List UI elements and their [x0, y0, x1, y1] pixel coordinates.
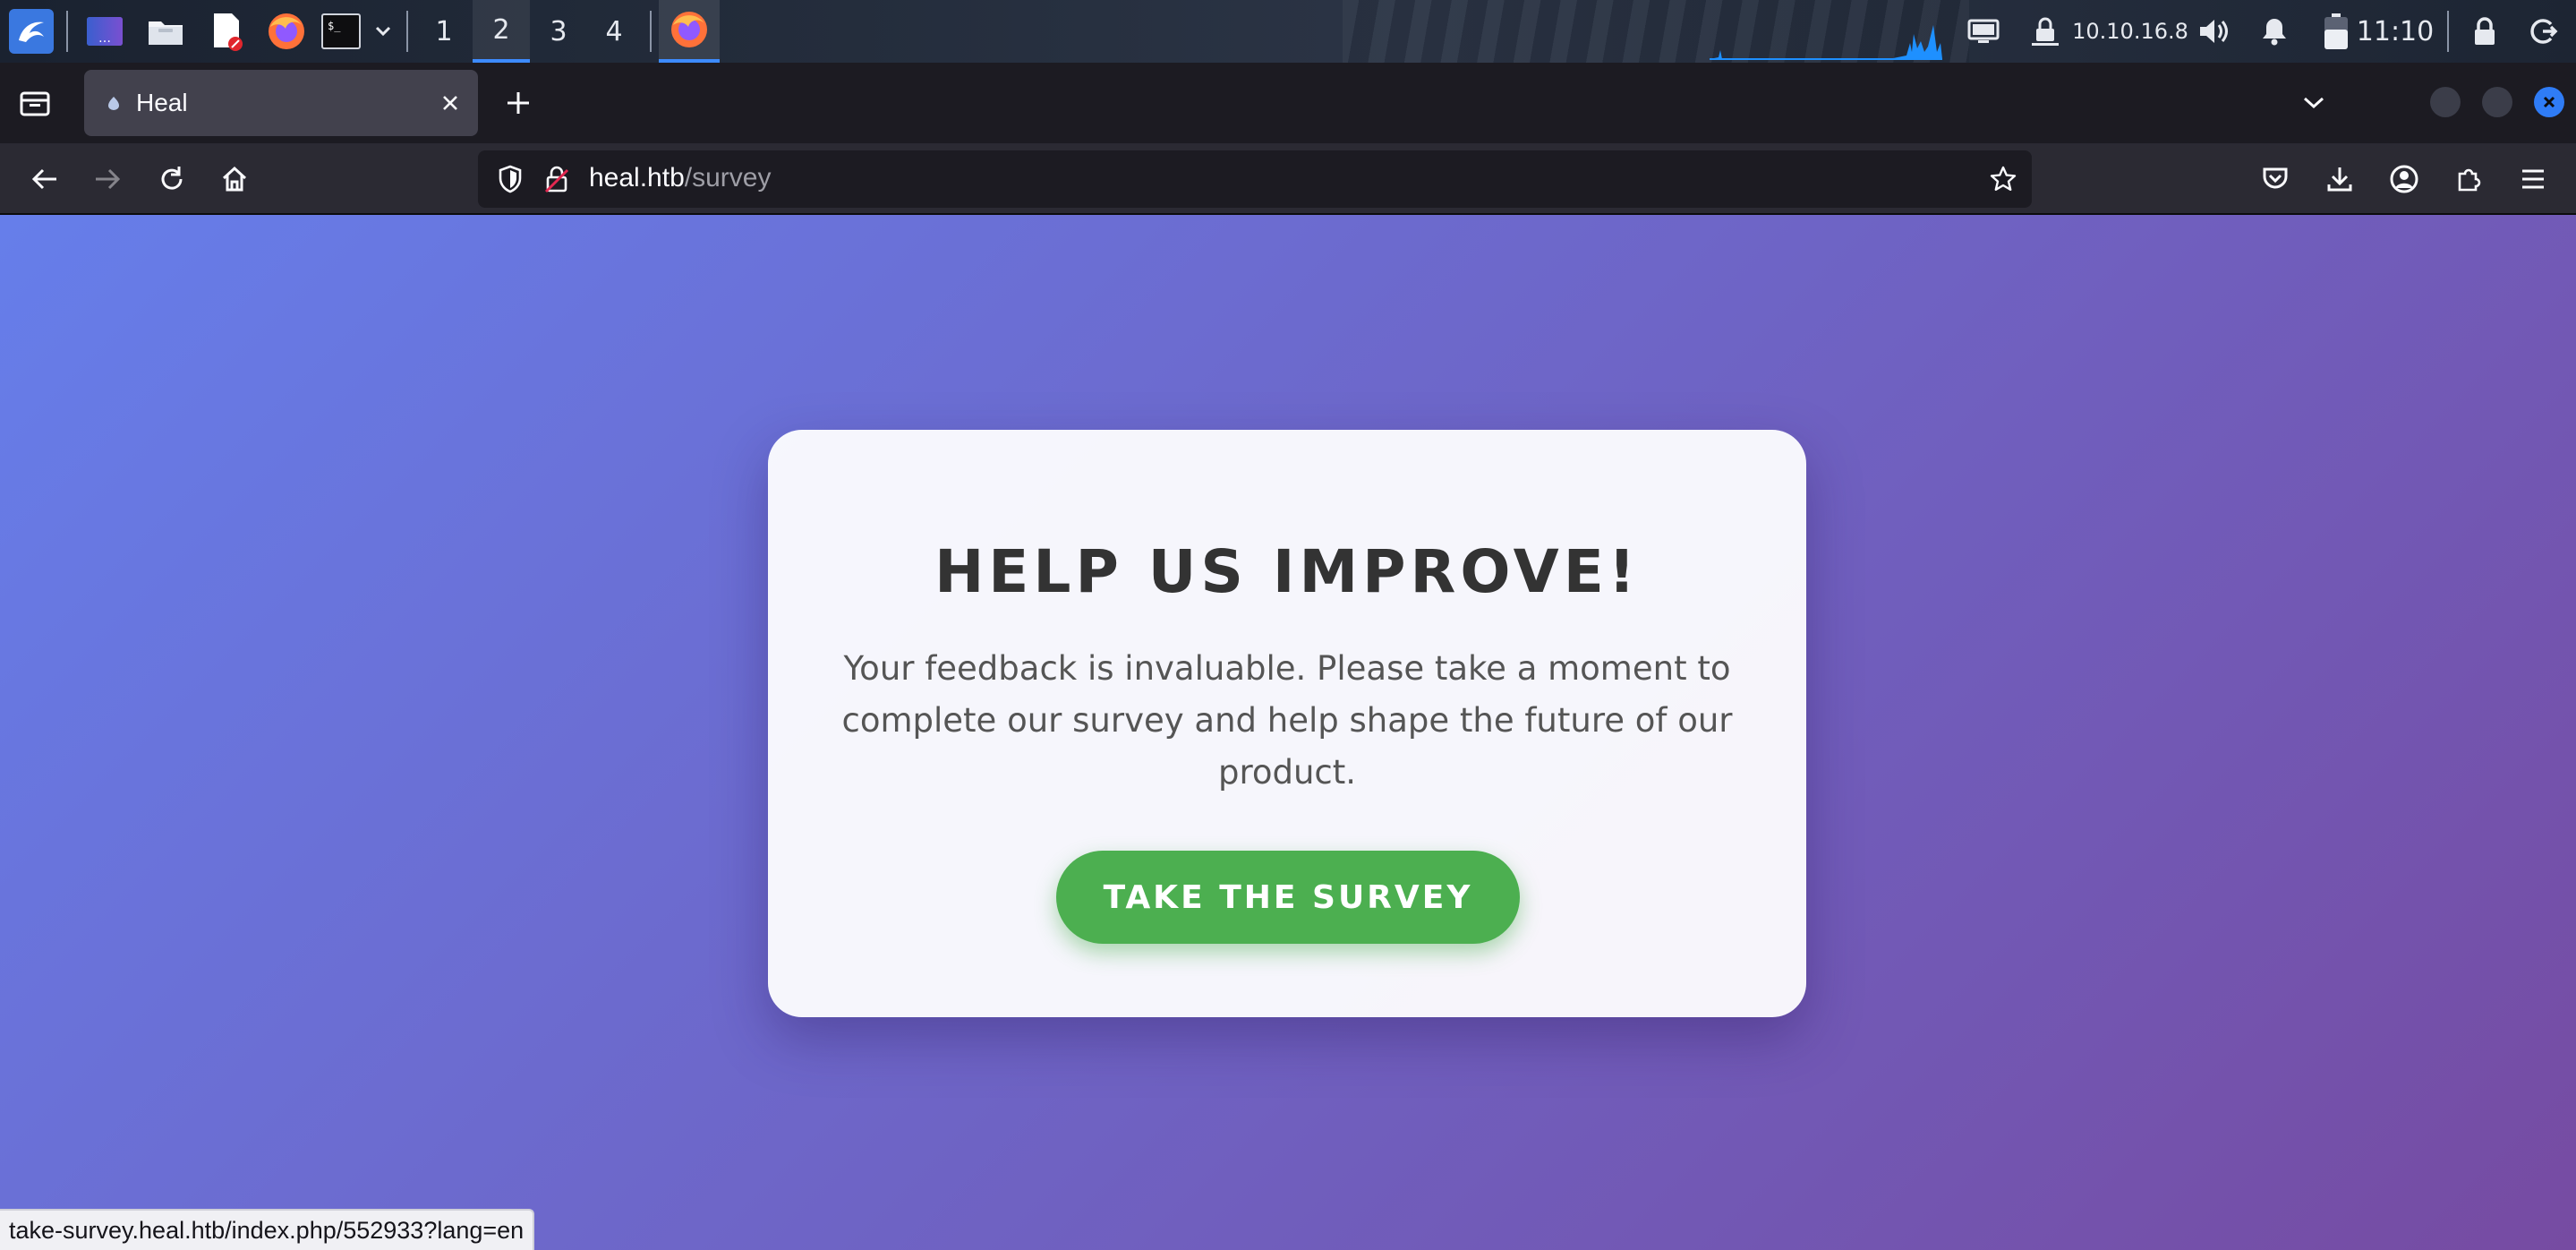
url-host: heal.htb	[589, 163, 685, 193]
workspace-1[interactable]: 1	[415, 0, 473, 63]
tracking-shield-icon[interactable]	[492, 161, 528, 197]
ip-address-label: 10.10.16.8	[2072, 19, 2188, 44]
panel-separator	[66, 11, 68, 52]
page-description: Your feedback is invaluable. Please take…	[841, 649, 1733, 792]
panel-separator	[2447, 11, 2449, 52]
chevron-down-icon[interactable]	[367, 0, 399, 63]
list-all-tabs-chevron-icon[interactable]	[2293, 82, 2334, 124]
terminal-icon[interactable]: $_	[319, 0, 363, 63]
back-arrow-icon[interactable]	[23, 158, 66, 201]
file-manager-icon[interactable]	[141, 0, 190, 63]
insecure-lock-icon[interactable]	[539, 161, 575, 197]
kali-menu-button[interactable]	[4, 0, 59, 63]
hamburger-menu-icon[interactable]	[2512, 158, 2555, 201]
home-icon[interactable]	[213, 158, 256, 201]
survey-card: HELP US IMPROVE! Your feedback is invalu…	[768, 430, 1806, 1017]
url-bar[interactable]: heal.htb/survey	[478, 150, 2032, 208]
reload-icon[interactable]	[150, 158, 193, 201]
svg-text:$_: $_	[328, 20, 341, 32]
close-window-icon	[2543, 96, 2555, 108]
tab-heal[interactable]: Heal	[84, 70, 478, 136]
close-tab-icon[interactable]	[437, 90, 464, 116]
network-activity-graph	[1710, 25, 1942, 60]
navigation-toolbar: heal.htb/survey	[0, 143, 2576, 215]
page-content: HELP US IMPROVE! Your feedback is invalu…	[0, 215, 2576, 1250]
tab-title: Heal	[136, 89, 188, 116]
notifications-bell-icon[interactable]	[2252, 0, 2297, 63]
new-tab-plus-icon[interactable]	[498, 82, 539, 124]
show-desktop-icon[interactable]: …	[81, 0, 129, 63]
minimize-window-button[interactable]	[2430, 87, 2461, 117]
firefox-window-button[interactable]	[659, 0, 720, 63]
forward-arrow-icon[interactable]	[86, 158, 129, 201]
display-icon[interactable]	[1962, 0, 2005, 63]
downloads-icon[interactable]	[2318, 158, 2361, 201]
desktop-panel: … $_ 1 2 3 4 10.10.16.8 11:10	[0, 0, 2576, 63]
url-path: /survey	[684, 163, 772, 193]
volume-icon[interactable]	[2193, 0, 2234, 63]
tab-strip: Heal	[0, 63, 2576, 143]
firefox-icon	[671, 12, 707, 47]
panel-separator	[406, 11, 408, 52]
lock-screen-icon[interactable]	[2463, 0, 2506, 63]
favicon-icon	[108, 97, 119, 110]
page-title: HELP US IMPROVE!	[934, 537, 1640, 606]
extensions-puzzle-icon[interactable]	[2447, 158, 2490, 201]
kali-logo-icon	[9, 9, 54, 54]
vpn-lock-icon[interactable]	[2025, 0, 2066, 63]
take-survey-button[interactable]: TAKE THE SURVEY	[1056, 851, 1520, 944]
link-status-bar: take-survey.heal.htb/index.php/552933?la…	[0, 1209, 535, 1250]
workspace-2[interactable]: 2	[473, 0, 530, 63]
maximize-window-button[interactable]	[2482, 87, 2512, 117]
firefox-view-icon[interactable]	[13, 82, 57, 124]
logout-power-icon[interactable]	[2521, 0, 2565, 63]
bookmark-star-icon[interactable]	[1985, 161, 2021, 197]
text-editor-icon[interactable]	[202, 0, 251, 63]
panel-separator	[650, 11, 652, 52]
workspace-4[interactable]: 4	[585, 0, 643, 63]
pocket-icon[interactable]	[2254, 158, 2297, 201]
svg-text:…: …	[98, 31, 111, 46]
account-icon[interactable]	[2383, 158, 2426, 201]
workspace-3[interactable]: 3	[530, 0, 587, 63]
url-text[interactable]: heal.htb/survey	[589, 163, 771, 193]
clock[interactable]: 11:10	[2357, 0, 2434, 63]
firefox-launcher-icon[interactable]	[261, 0, 311, 63]
close-window-button[interactable]	[2534, 87, 2564, 117]
battery-icon	[2316, 0, 2356, 63]
